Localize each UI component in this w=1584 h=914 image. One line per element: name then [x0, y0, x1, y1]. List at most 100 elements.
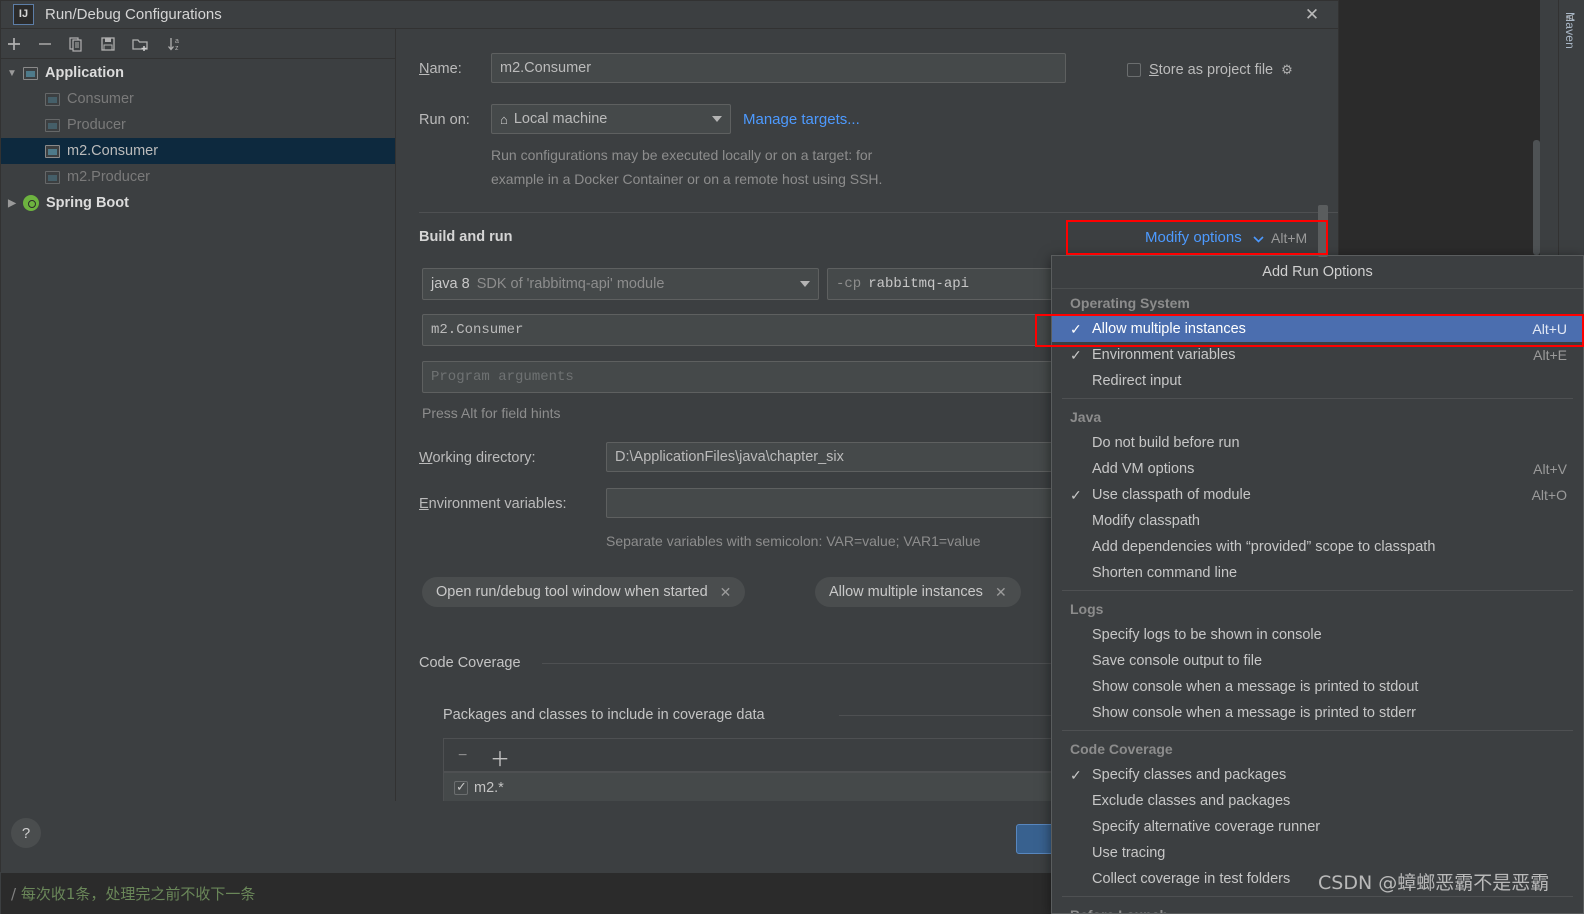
- new-folder-icon[interactable]: [129, 33, 151, 55]
- coverage-item-label: m2.*: [474, 780, 504, 796]
- chevron-right-icon[interactable]: ▶: [1, 198, 23, 209]
- tree-item-label: Spring Boot: [46, 195, 129, 211]
- tree-item-label: Consumer: [67, 91, 134, 107]
- jre-value-rest: SDK of 'rabbitmq-api' module: [476, 276, 665, 292]
- configurations-toolbar: a z: [1, 29, 395, 59]
- menu-item-label: Do not build before run: [1092, 435, 1240, 451]
- config-icon: [45, 118, 60, 132]
- name-input[interactable]: m2.Consumer: [491, 53, 1066, 83]
- save-configuration-icon[interactable]: [97, 33, 119, 55]
- coverage-remove-button[interactable]: −: [458, 747, 467, 765]
- intellij-logo-icon: IJ: [13, 4, 34, 25]
- chevron-down-icon[interactable]: [800, 281, 810, 287]
- dialog-titlebar: IJ Run/Debug Configurations ✕: [1, 1, 1338, 29]
- maven-tool-window-tab[interactable]: Maven: [1558, 8, 1582, 53]
- tree-group-application[interactable]: ▼ Application: [1, 60, 395, 86]
- gear-icon[interactable]: ⚙: [1281, 63, 1295, 77]
- config-icon: [45, 144, 60, 158]
- chip-label: Open run/debug tool window when started: [436, 584, 708, 600]
- close-icon[interactable]: ✕: [720, 584, 732, 601]
- menu-item-label: Add VM options: [1092, 461, 1195, 477]
- menu-divider: [1062, 730, 1573, 731]
- sidebar-item-producer[interactable]: Producer: [1, 112, 395, 138]
- application-icon: [23, 66, 38, 80]
- dialog-title: Run/Debug Configurations: [45, 6, 222, 23]
- menu-item-exclude-classes-and-packages[interactable]: Exclude classes and packages: [1052, 788, 1583, 814]
- chevron-down-icon[interactable]: [712, 116, 722, 122]
- spring-boot-icon: [23, 195, 39, 211]
- modify-options-link[interactable]: Modify options: [1145, 229, 1242, 246]
- menu-item-do-not-build-before-run[interactable]: Do not build before run: [1052, 430, 1583, 456]
- coverage-item-checkbox[interactable]: [454, 779, 468, 795]
- svg-text:a: a: [175, 38, 179, 45]
- menu-item-specify-classes-and-packages[interactable]: ✓ Specify classes and packages: [1052, 762, 1583, 788]
- sort-az-icon[interactable]: a z: [164, 33, 186, 55]
- run-on-hint-line2: example in a Docker Container or on a re…: [491, 171, 883, 187]
- sidebar-item-consumer[interactable]: Consumer: [1, 86, 395, 112]
- menu-item-specify-logs[interactable]: Specify logs to be shown in console: [1052, 622, 1583, 648]
- menu-item-show-console-stderr[interactable]: Show console when a message is printed t…: [1052, 700, 1583, 726]
- run-on-hint-line1: Run configurations may be executed local…: [491, 147, 873, 163]
- sidebar-item-m2-producer[interactable]: m2.Producer: [1, 164, 395, 190]
- manage-targets-link[interactable]: Manage targets...: [743, 111, 860, 128]
- menu-item-label: Use classpath of module: [1092, 487, 1251, 503]
- menu-item-label: Shorten command line: [1092, 565, 1238, 581]
- sidebar-item-m2-consumer[interactable]: m2.Consumer: [1, 138, 395, 164]
- menu-item-modify-classpath[interactable]: Modify classpath: [1052, 508, 1583, 534]
- copy-configuration-icon[interactable]: [65, 33, 87, 55]
- tree-item-label: m2.Consumer: [67, 143, 159, 159]
- menu-item-use-classpath-of-module[interactable]: ✓ Use classpath of module Alt+O: [1052, 482, 1583, 508]
- menu-item-label: Modify classpath: [1092, 513, 1200, 529]
- menu-item-label: Environment variables: [1092, 347, 1236, 363]
- svg-text:z: z: [175, 45, 179, 52]
- menu-item-label: Exclude classes and packages: [1092, 793, 1291, 809]
- add-run-options-menu[interactable]: Add Run Options Operating System ✓ Allow…: [1051, 255, 1584, 914]
- store-as-project-file-row[interactable]: Store as project file ⚙: [1127, 62, 1295, 78]
- remove-configuration-button[interactable]: [34, 33, 56, 55]
- menu-item-label: Use tracing: [1092, 845, 1166, 861]
- chip-open-run-debug-tool-window[interactable]: Open run/debug tool window when started …: [422, 577, 746, 607]
- coverage-add-button[interactable]: ＋: [490, 743, 510, 772]
- store-as-project-file-checkbox[interactable]: [1127, 63, 1141, 77]
- tree-group-spring-boot[interactable]: ▶ Spring Boot: [1, 190, 395, 216]
- menu-item-add-provided-dependencies[interactable]: Add dependencies with “provided” scope t…: [1052, 534, 1583, 560]
- field-hints-text: Press Alt for field hints: [422, 405, 561, 421]
- menu-item-show-console-stdout[interactable]: Show console when a message is printed t…: [1052, 674, 1583, 700]
- dialog-scrollbar-thumb[interactable]: [1318, 205, 1328, 257]
- chevron-down-icon[interactable]: ▼: [1, 68, 23, 79]
- run-on-value: Local machine: [513, 111, 608, 127]
- menu-item-add-vm-options[interactable]: Add VM options Alt+V: [1052, 456, 1583, 482]
- menu-item-shortcut: Alt+O: [1531, 487, 1567, 503]
- menu-item-shorten-command-line[interactable]: Shorten command line: [1052, 560, 1583, 586]
- menu-item-use-tracing[interactable]: Use tracing: [1052, 840, 1583, 866]
- add-configuration-button[interactable]: [3, 33, 25, 55]
- menu-item-allow-multiple-instances[interactable]: ✓ Allow multiple instances Alt+U: [1052, 316, 1583, 342]
- menu-divider: [1062, 896, 1573, 897]
- chip-allow-multiple-instances[interactable]: Allow multiple instances ✕: [815, 577, 1021, 607]
- editor-scrollbar-thumb[interactable]: [1533, 140, 1540, 255]
- run-on-select[interactable]: ⌂ Local machine: [491, 104, 731, 134]
- menu-group-java: Java: [1070, 408, 1102, 425]
- jre-select[interactable]: java 8 SDK of 'rabbitmq-api' module: [422, 268, 819, 300]
- tree-item-label: m2.Producer: [67, 169, 151, 185]
- help-button[interactable]: ?: [11, 818, 41, 848]
- menu-item-label: Redirect input: [1092, 373, 1182, 389]
- menu-item-specify-alternative-coverage-runner[interactable]: Specify alternative coverage runner: [1052, 814, 1583, 840]
- store-as-project-file-label: Store as project file: [1149, 62, 1274, 78]
- menu-item-save-console-output[interactable]: Save console output to file: [1052, 648, 1583, 674]
- close-icon[interactable]: ✕: [1302, 5, 1322, 25]
- name-label: Name:: [419, 61, 462, 77]
- configurations-tree[interactable]: ▼ Application Consumer Producer m2.Consu…: [1, 60, 395, 801]
- menu-item-label: Show console when a message is printed t…: [1092, 679, 1419, 695]
- menu-item-redirect-input[interactable]: Redirect input: [1052, 368, 1583, 394]
- chevron-down-icon[interactable]: [1252, 234, 1265, 244]
- comment-body: 每次收1条，处理完之前不收下一条: [20, 885, 256, 903]
- menu-item-label: Specify classes and packages: [1092, 767, 1287, 783]
- tree-item-label: Application: [45, 65, 124, 81]
- menu-group-logs: Logs: [1070, 600, 1104, 617]
- menu-item-shortcut: Alt+V: [1533, 461, 1567, 477]
- menu-item-environment-variables[interactable]: ✓ Environment variables Alt+E: [1052, 342, 1583, 368]
- comment-slash: /: [11, 885, 17, 903]
- close-icon[interactable]: ✕: [995, 584, 1007, 601]
- list-item[interactable]: m2.*: [454, 779, 504, 796]
